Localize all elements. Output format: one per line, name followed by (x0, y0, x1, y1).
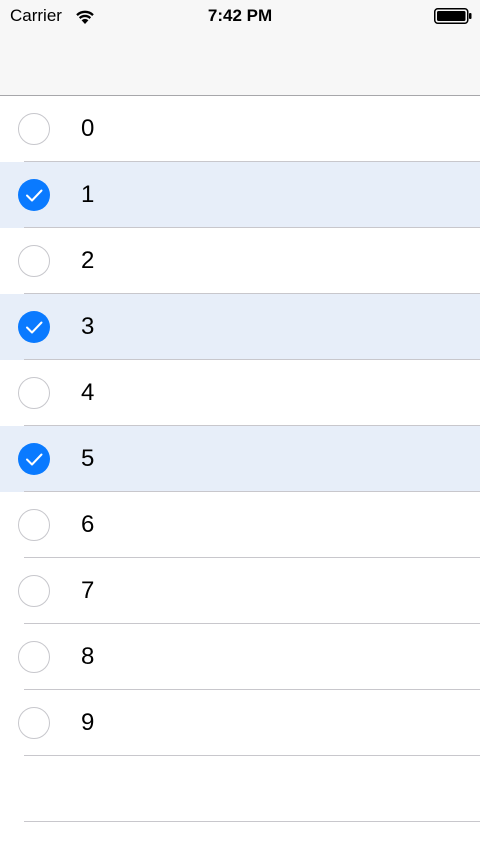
empty-circle-icon[interactable] (18, 641, 50, 673)
checkmark-icon (26, 453, 43, 466)
list-item-label: 4 (81, 379, 95, 406)
list-item[interactable]: 0 (0, 96, 480, 162)
empty-circle-icon[interactable] (18, 707, 50, 739)
list-item-label: 5 (81, 445, 95, 472)
battery-icon (434, 8, 472, 24)
list-item[interactable]: 3 (0, 294, 480, 360)
checkmark-icon (26, 321, 43, 334)
status-bar: Carrier 7:42 PM (0, 0, 480, 32)
checkmark-icon (26, 189, 43, 202)
list-item[interactable]: 8 (0, 624, 480, 690)
list-item-label: 3 (81, 313, 95, 340)
empty-circle-icon[interactable] (18, 245, 50, 277)
list-item[interactable]: 2 (0, 228, 480, 294)
list-item-label: 9 (81, 709, 95, 736)
checkmark-circle-icon[interactable] (18, 179, 50, 211)
list-item-label: 6 (81, 511, 95, 538)
list-item-label: 8 (81, 643, 95, 670)
checkmark-circle-icon[interactable] (18, 443, 50, 475)
list-item-label: 0 (81, 115, 95, 142)
list-item[interactable]: 6 (0, 492, 480, 558)
list-item[interactable]: 5 (0, 426, 480, 492)
empty-circle-icon[interactable] (18, 509, 50, 541)
empty-list-row (0, 756, 480, 822)
list-item-label: 7 (81, 577, 95, 604)
empty-circle-icon[interactable] (18, 575, 50, 607)
checkmark-circle-icon[interactable] (18, 311, 50, 343)
empty-circle-icon[interactable] (18, 377, 50, 409)
status-time: 7:42 PM (207, 6, 273, 25)
list-item[interactable]: 4 (0, 360, 480, 426)
selection-list: 0 1 2 3 4 5 6 7 8 9 (0, 96, 480, 822)
list-item[interactable]: 9 (0, 690, 480, 756)
empty-circle-icon[interactable] (18, 113, 50, 145)
list-item[interactable]: 7 (0, 558, 480, 624)
list-item-label: 1 (81, 181, 95, 208)
list-item-label: 2 (81, 247, 95, 274)
app-screen: Carrier 7:42 PM 0 1 2 3 4 5 6 7 8 9 (0, 0, 480, 852)
list-item[interactable]: 1 (0, 162, 480, 228)
navigation-bar: Carrier 7:42 PM (0, 0, 480, 96)
